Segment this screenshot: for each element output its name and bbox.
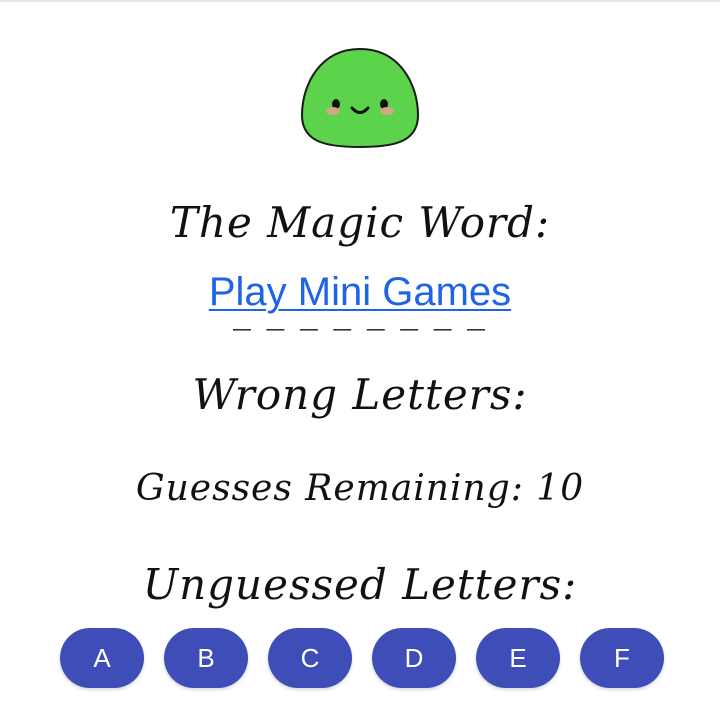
unguessed-letters-title: Unguessed Letters: bbox=[142, 560, 578, 609]
word-blanks: _ _ _ _ _ _ _ _ bbox=[232, 290, 488, 331]
green-blob-icon bbox=[300, 45, 420, 150]
guesses-remaining: Guesses Remaining: 10 bbox=[135, 468, 585, 509]
letter-button-c[interactable]: C bbox=[268, 628, 352, 688]
letter-button-d[interactable]: D bbox=[372, 628, 456, 688]
magic-word-title: The Magic Word: bbox=[169, 198, 551, 247]
letter-button-e[interactable]: E bbox=[476, 628, 560, 688]
letter-button-f[interactable]: F bbox=[580, 628, 664, 688]
letter-button-a[interactable]: A bbox=[60, 628, 144, 688]
wrong-letters-title: Wrong Letters: bbox=[192, 370, 528, 419]
letter-buttons: A B C D E F bbox=[60, 628, 664, 688]
top-divider bbox=[0, 0, 720, 2]
letter-button-b[interactable]: B bbox=[164, 628, 248, 688]
